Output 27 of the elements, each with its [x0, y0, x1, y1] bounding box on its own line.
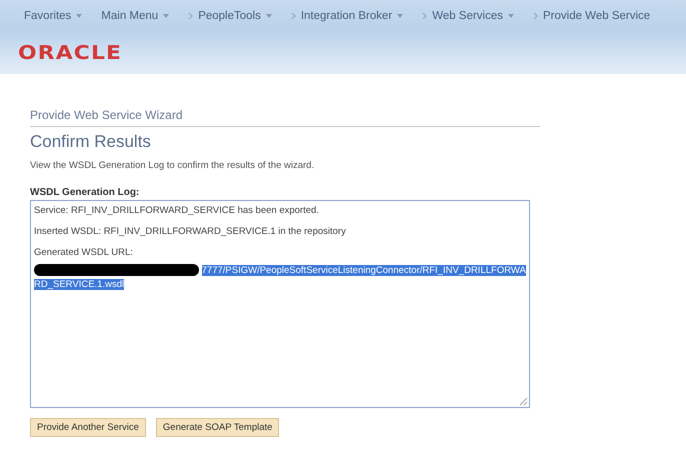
caret-icon[interactable] — [266, 14, 272, 18]
log-line: Service: RFI_INV_DRILLFORWARD_SERVICE has been exported. — [34, 205, 320, 216]
action-button[interactable]: Generate SOAP Template — [156, 418, 280, 437]
wizard-title: Provide Web Service Wizard — [30, 108, 184, 122]
chevron-icon — [533, 12, 538, 20]
caret-icon[interactable] — [163, 14, 170, 18]
caret-icon[interactable] — [76, 14, 82, 18]
menu-link[interactable]: Favorites — [24, 10, 72, 22]
log-line: Generated WSDL URL: — [34, 247, 134, 258]
chevron-icon — [422, 12, 428, 20]
chevron-icon — [290, 12, 296, 20]
log-text-area[interactable] — [30, 200, 530, 408]
log-label: WSDL Generation Log: — [30, 187, 140, 198]
menu-link[interactable]: Provide Web Service — [543, 10, 650, 22]
menu-link[interactable]: PeopleTools — [198, 10, 261, 22]
caret-icon[interactable] — [508, 14, 514, 18]
menu-link[interactable]: Web Services — [432, 10, 503, 22]
action-button[interactable]: Provide Another Service — [30, 418, 146, 437]
menu-link[interactable]: Integration Broker — [300, 10, 392, 22]
page-title: Confirm Results — [30, 132, 152, 152]
instruction-text: View the WSDL Generation Log to confirm the results of the wizard. — [30, 160, 316, 171]
resize-grip-icon[interactable] — [518, 396, 528, 406]
menu-link[interactable]: Main Menu — [101, 10, 158, 22]
log-line: Inserted WSDL: RFI_INV_DRILLFORWARD_SERVICE.1 in the repository — [34, 226, 347, 237]
chevron-icon — [188, 12, 194, 20]
caret-icon[interactable] — [397, 14, 404, 18]
oracle-logo: ORACLE — [18, 42, 122, 64]
